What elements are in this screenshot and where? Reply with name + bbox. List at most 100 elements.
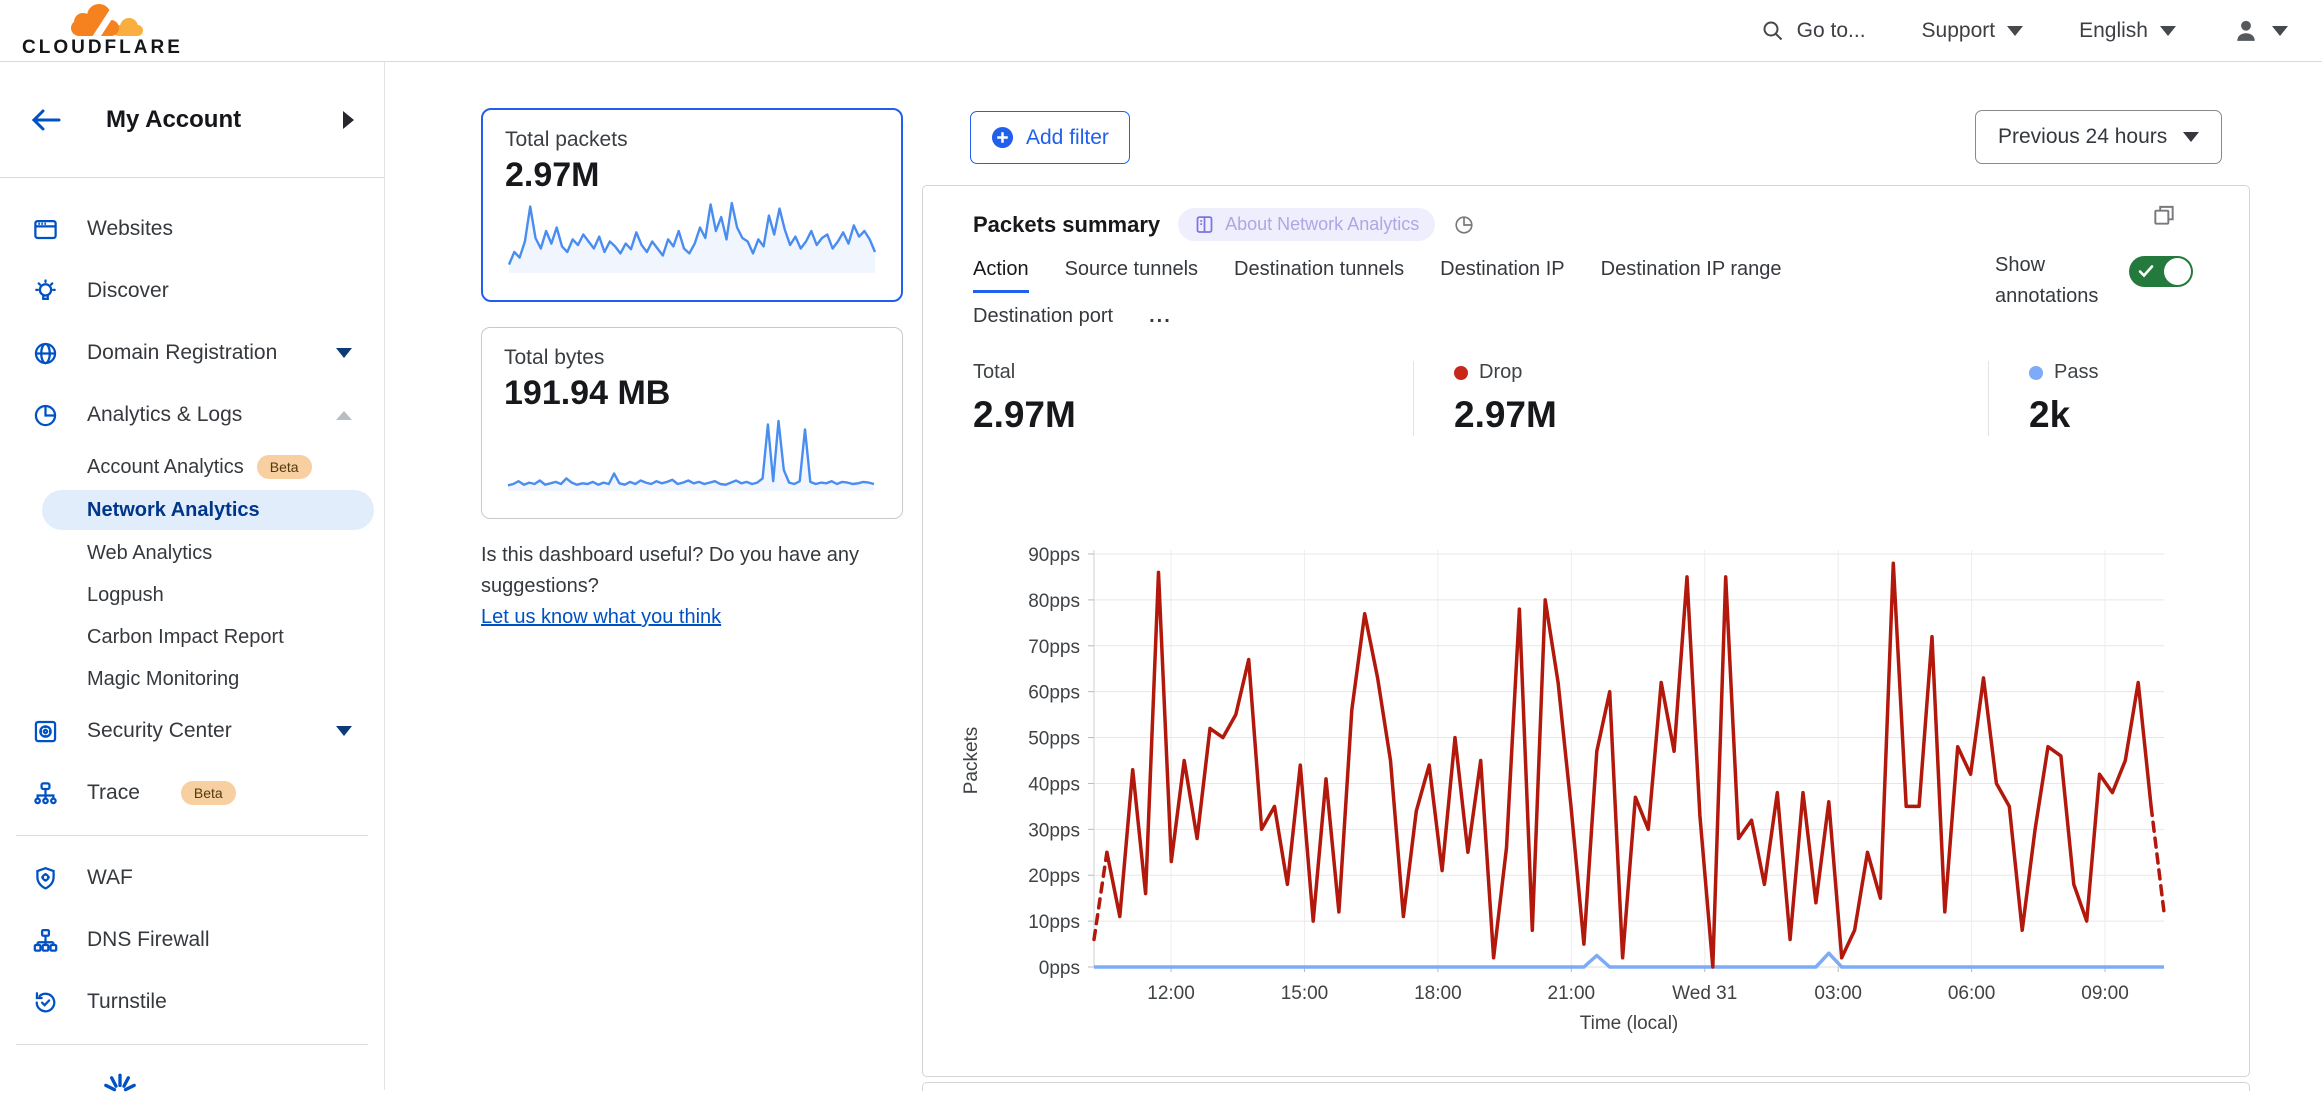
sidebar-item-label: DNS Firewall [87, 928, 210, 952]
tab-source-tunnels[interactable]: Source tunnels [1065, 258, 1198, 293]
show-annotations-label: Show annotations [1995, 250, 2107, 312]
sidebar-divider [16, 835, 368, 836]
svg-text:70pps: 70pps [1028, 637, 1080, 658]
pass-legend-dot [2029, 366, 2043, 380]
expand-panel-button[interactable] [2151, 202, 2177, 233]
sidebar-account-header[interactable]: My Account [0, 62, 384, 178]
svg-text:15:00: 15:00 [1281, 983, 1329, 1004]
sidebar-item-analytics-logs[interactable]: Analytics & Logs [0, 384, 384, 446]
sub-item-label: Account Analytics [87, 456, 244, 479]
sidebar-item-web-analytics[interactable]: Web Analytics [0, 532, 384, 574]
rotate-check-icon [32, 989, 59, 1016]
book-icon [1194, 214, 1215, 235]
user-icon [2232, 17, 2260, 45]
sidebar-item-discover[interactable]: Discover [0, 260, 384, 322]
support-menu[interactable]: Support [1922, 19, 2024, 43]
chevron-down-icon [336, 726, 352, 736]
add-filter-button[interactable]: Add filter [970, 111, 1130, 164]
search-icon [1761, 19, 1785, 43]
svg-text:09:00: 09:00 [2081, 983, 2129, 1004]
svg-text:Wed 31: Wed 31 [1672, 983, 1737, 1004]
sidebar-item-label: WAF [87, 866, 133, 890]
svg-text:0pps: 0pps [1039, 958, 1080, 979]
account-menu[interactable] [2232, 17, 2288, 45]
sidebar-item-label: Turnstile [87, 990, 167, 1014]
back-arrow-icon[interactable] [30, 108, 62, 132]
language-label: English [2079, 19, 2148, 43]
time-range-dropdown[interactable]: Previous 24 hours [1975, 110, 2222, 164]
total-packets-card[interactable]: Total packets 2.97M [481, 108, 903, 302]
svg-text:80pps: 80pps [1028, 591, 1080, 612]
stat-drop: Drop 2.97M [1413, 361, 1988, 436]
sidebar-item-trace[interactable]: Trace Beta [0, 762, 384, 824]
stat-label: Drop [1479, 361, 1522, 384]
hierarchy-icon [32, 927, 59, 954]
about-badge-label: About Network Analytics [1225, 214, 1419, 235]
sidebar-item-network-analytics[interactable]: Network Analytics [42, 490, 374, 530]
stat-pass: Pass 2k [1988, 361, 2203, 436]
expand-icon [2151, 202, 2177, 228]
about-network-analytics-badge[interactable]: About Network Analytics [1178, 208, 1435, 241]
pie-chart-icon [32, 402, 59, 429]
zero-trust-icon[interactable] [100, 1072, 140, 1117]
pie-chart-icon[interactable] [1453, 214, 1475, 236]
add-filter-label: Add filter [1026, 126, 1109, 150]
svg-text:18:00: 18:00 [1414, 983, 1462, 1004]
sidebar-item-carbon-impact-report[interactable]: Carbon Impact Report [0, 616, 384, 658]
sub-item-label: Magic Monitoring [87, 668, 239, 691]
total-bytes-card[interactable]: Total bytes 191.94 MB [481, 327, 903, 519]
svg-text:12:00: 12:00 [1147, 983, 1195, 1004]
card-value: 191.94 MB [504, 374, 880, 413]
chevron-down-icon [2160, 26, 2176, 36]
support-label: Support [1922, 19, 1996, 43]
stat-value: 2.97M [973, 394, 1383, 436]
total-packets-sparkline [505, 195, 879, 281]
tab-destination-port[interactable]: Destination port [973, 305, 1113, 337]
show-annotations-toggle[interactable] [2129, 256, 2193, 287]
time-range-label: Previous 24 hours [1998, 125, 2167, 149]
summary-cards-column: Total packets 2.97M Total bytes 191.94 M… [481, 108, 903, 633]
sidebar-item-magic-monitoring[interactable]: Magic Monitoring [0, 658, 384, 700]
sidebar-item-waf[interactable]: WAF [0, 847, 384, 909]
sidebar-item-domain-registration[interactable]: Domain Registration [0, 322, 384, 384]
toggle-knob [2164, 258, 2191, 285]
total-bytes-sparkline [504, 413, 878, 499]
tab-destination-tunnels[interactable]: Destination tunnels [1234, 258, 1404, 293]
cloudflare-cloud-icon [43, 3, 161, 39]
sidebar-item-turnstile[interactable]: Turnstile [0, 971, 384, 1033]
sidebar-item-dns-firewall[interactable]: DNS Firewall [0, 909, 384, 971]
sidebar-item-websites[interactable]: Websites [0, 198, 384, 260]
feedback-link[interactable]: Let us know what you think [481, 606, 721, 628]
sidebar-item-logpush[interactable]: Logpush [0, 574, 384, 616]
svg-text:30pps: 30pps [1028, 820, 1080, 841]
legend-stats-row: Total 2.97M Drop 2.97M Pass 2k [973, 361, 2203, 436]
more-tabs-button[interactable]: ... [1149, 305, 1172, 337]
lightbulb-icon [32, 278, 59, 305]
sidebar-item-label: Websites [87, 217, 173, 241]
brand-wordmark: CLOUDFLARE [22, 37, 183, 59]
chevron-up-icon [336, 411, 352, 420]
stat-label: Pass [2054, 361, 2098, 384]
feedback-question: Is this dashboard useful? Do you have an… [481, 540, 903, 602]
plus-icon [991, 126, 1014, 149]
panel-title: Packets summary [973, 212, 1160, 238]
sidebar-item-account-analytics[interactable]: Account Analytics Beta [0, 446, 384, 488]
chevron-right-icon[interactable] [343, 111, 354, 129]
packets-time-series-chart[interactable]: 0pps10pps20pps30pps40pps50pps60pps70pps8… [953, 542, 2215, 1034]
safe-icon [32, 718, 59, 745]
goto-search[interactable]: Go to... [1761, 19, 1866, 43]
sidebar-item-security-center[interactable]: Security Center [0, 700, 384, 762]
goto-label: Go to... [1797, 19, 1866, 43]
tab-destination-ip[interactable]: Destination IP [1440, 258, 1565, 293]
tab-action[interactable]: Action [973, 258, 1029, 293]
sidebar-divider [16, 1044, 368, 1045]
language-menu[interactable]: English [2079, 19, 2176, 43]
check-icon [2138, 264, 2154, 278]
globe-icon [32, 340, 59, 367]
tab-destination-ip-range[interactable]: Destination IP range [1601, 258, 1782, 293]
sub-item-label: Carbon Impact Report [87, 626, 284, 649]
svg-text:03:00: 03:00 [1814, 983, 1862, 1004]
cloudflare-logo[interactable]: CLOUDFLARE [22, 3, 183, 59]
sidebar-item-label: Domain Registration [87, 341, 277, 365]
svg-text:21:00: 21:00 [1548, 983, 1596, 1004]
